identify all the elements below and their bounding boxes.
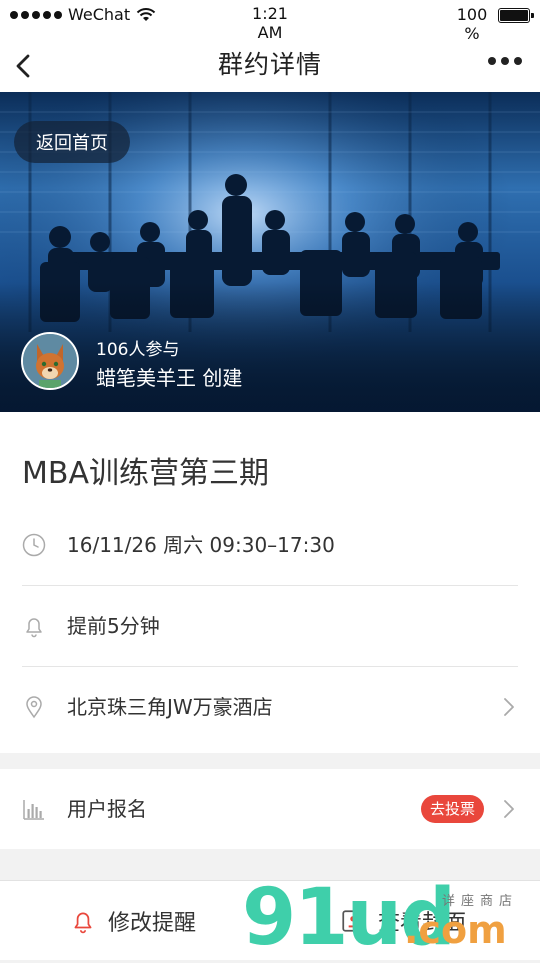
event-title: MBA训练营第三期 <box>22 456 269 491</box>
home-button[interactable]: 返回首页 <box>14 121 130 163</box>
battery-percent: 100 % <box>456 5 488 43</box>
location-pin-icon <box>26 696 42 719</box>
reminder-row[interactable]: 提前5分钟 <box>22 586 518 667</box>
cover-banner: 返回首页 106人参与 蜡笔美羊王 创建 <box>0 92 540 412</box>
page-title: 群约详情 <box>217 50 322 79</box>
clock: 1:21 AM <box>252 4 288 42</box>
bell-icon <box>74 912 92 934</box>
event-datetime: 16/11/26 周六 09:30–17:30 <box>67 533 335 557</box>
nav-bar: 群约详情 <box>0 40 540 92</box>
location-row[interactable]: 北京珠三角JW万豪酒店 <box>22 667 518 747</box>
signup-row[interactable]: 用户报名 去投票 <box>22 769 518 849</box>
carrier-name: WeChat <box>68 5 131 24</box>
reminder-time: 提前5分钟 <box>67 614 160 638</box>
chevron-right-icon <box>504 698 514 716</box>
avatar[interactable] <box>21 332 79 390</box>
signal-strength-icon <box>10 10 62 19</box>
chevron-right-icon <box>504 800 514 818</box>
status-bar: WeChat 1:21 AM 100 % <box>0 0 540 43</box>
creator-label: 蜡笔美羊王 创建 <box>96 366 243 390</box>
battery-icon <box>498 8 534 23</box>
event-title-section: MBA训练营第三期 <box>0 412 540 505</box>
battery-info: 100 % <box>452 5 534 43</box>
participant-count: 106人参与 <box>96 340 180 360</box>
signup-section: 用户报名 去投票 <box>0 769 540 849</box>
fox-avatar-icon <box>23 334 77 388</box>
view-cover-button[interactable]: 查看封面 <box>340 881 466 961</box>
datetime-row: 16/11/26 周六 09:30–17:30 <box>22 505 518 586</box>
vote-button[interactable]: 去投票 <box>420 795 484 823</box>
clock-icon <box>22 533 46 557</box>
more-button[interactable] <box>488 57 522 65</box>
edit-reminder-label: 修改提醒 <box>108 911 197 936</box>
cover-image-icon <box>342 910 364 932</box>
bar-chart-icon <box>23 800 44 820</box>
wifi-icon <box>136 7 156 21</box>
more-dot <box>501 57 509 65</box>
edit-reminder-button[interactable]: 修改提醒 <box>70 881 196 961</box>
event-location: 北京珠三角JW万豪酒店 <box>67 695 273 719</box>
more-dot <box>514 57 522 65</box>
view-cover-label: 查看封面 <box>378 911 467 936</box>
bell-icon <box>26 618 42 638</box>
carrier-info: WeChat <box>10 5 156 24</box>
bottom-action-bar: 修改提醒 查看封面 <box>0 880 540 960</box>
event-details: 16/11/26 周六 09:30–17:30 提前5分钟 北京珠三角JW万豪酒… <box>0 505 540 753</box>
signup-label: 用户报名 <box>67 797 147 821</box>
more-dot <box>488 57 496 65</box>
